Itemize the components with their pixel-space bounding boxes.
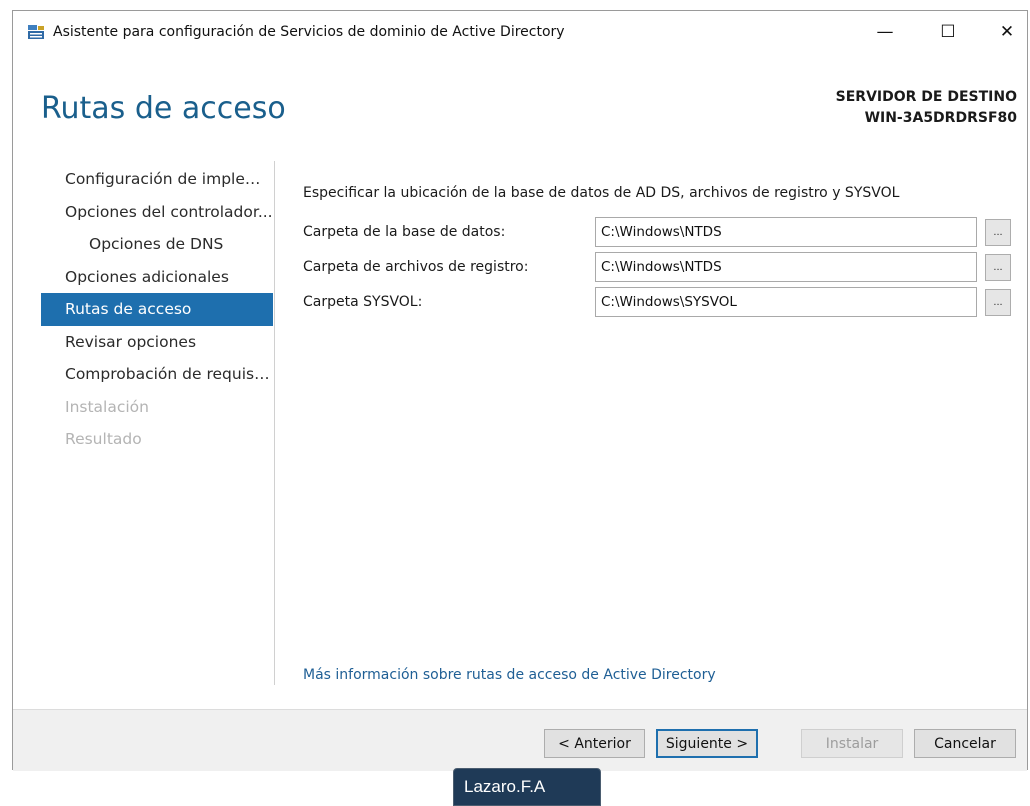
next-button[interactable]: Siguiente > — [656, 729, 758, 758]
window-title: Asistente para configuración de Servicio… — [53, 24, 565, 40]
more-info-link[interactable]: Más información sobre rutas de acceso de… — [303, 667, 716, 683]
nav-item-installation: Instalación — [65, 397, 149, 416]
nav-item-paths[interactable]: Rutas de acceso — [41, 293, 273, 326]
server-manager-icon — [28, 25, 44, 39]
sysvol-folder-row: Carpeta SYSVOL: ... — [303, 287, 1023, 317]
nav-item-dc-options[interactable]: Opciones del controlador... — [41, 196, 273, 229]
nav-item-review-options[interactable]: Revisar opciones — [41, 326, 273, 359]
minimize-button[interactable]: — — [865, 19, 905, 45]
user-name-tag: Lazaro.F.A — [453, 768, 601, 806]
paths-description: Especificar la ubicación de la base de d… — [303, 185, 900, 201]
wizard-window: Asistente para configuración de Servicio… — [12, 10, 1028, 771]
sysvol-folder-browse-button[interactable]: ... — [985, 289, 1011, 316]
close-button[interactable]: ✕ — [987, 19, 1027, 45]
maximize-icon: ☐ — [940, 22, 956, 42]
close-icon: ✕ — [999, 22, 1015, 42]
database-folder-browse-button[interactable]: ... — [985, 219, 1011, 246]
nav-item-prerequisites-check[interactable]: Comprobación de requisi... — [41, 358, 273, 391]
minimize-icon: — — [876, 22, 894, 42]
log-folder-row: Carpeta de archivos de registro: ... — [303, 252, 1023, 282]
maximize-button[interactable]: ☐ — [928, 19, 968, 45]
sysvol-folder-label: Carpeta SYSVOL: — [303, 294, 423, 310]
log-folder-browse-button[interactable]: ... — [985, 254, 1011, 281]
log-folder-input[interactable] — [595, 252, 977, 282]
wizard-steps-nav: Configuración de implem... Opciones del … — [41, 163, 273, 456]
nav-item-results: Resultado — [65, 430, 142, 448]
cancel-button[interactable]: Cancelar — [914, 729, 1016, 758]
page-title: Rutas de acceso — [41, 91, 286, 126]
install-button: Instalar — [801, 729, 903, 758]
database-folder-row: Carpeta de la base de datos: ... — [303, 217, 1023, 247]
nav-item-additional-options[interactable]: Opciones adicionales — [41, 261, 273, 294]
target-server-name: WIN-3A5DRDRSF80 — [864, 110, 1017, 126]
log-folder-label: Carpeta de archivos de registro: — [303, 259, 529, 275]
target-server-label: SERVIDOR DE DESTINO — [835, 89, 1017, 105]
database-folder-input[interactable] — [595, 217, 977, 247]
previous-button[interactable]: < Anterior — [544, 729, 645, 758]
database-folder-label: Carpeta de la base de datos: — [303, 224, 506, 240]
target-server-info: SERVIDOR DE DESTINO WIN-3A5DRDRSF80 — [836, 87, 1017, 129]
title-bar[interactable]: Asistente para configuración de Servicio… — [13, 11, 1027, 53]
nav-item-dns-options[interactable]: Opciones de DNS — [41, 228, 273, 261]
user-name-label: Lazaro.F.A — [464, 777, 546, 796]
sysvol-folder-input[interactable] — [595, 287, 977, 317]
nav-item-deployment-configuration[interactable]: Configuración de implem... — [41, 163, 273, 196]
nav-divider — [274, 161, 275, 685]
